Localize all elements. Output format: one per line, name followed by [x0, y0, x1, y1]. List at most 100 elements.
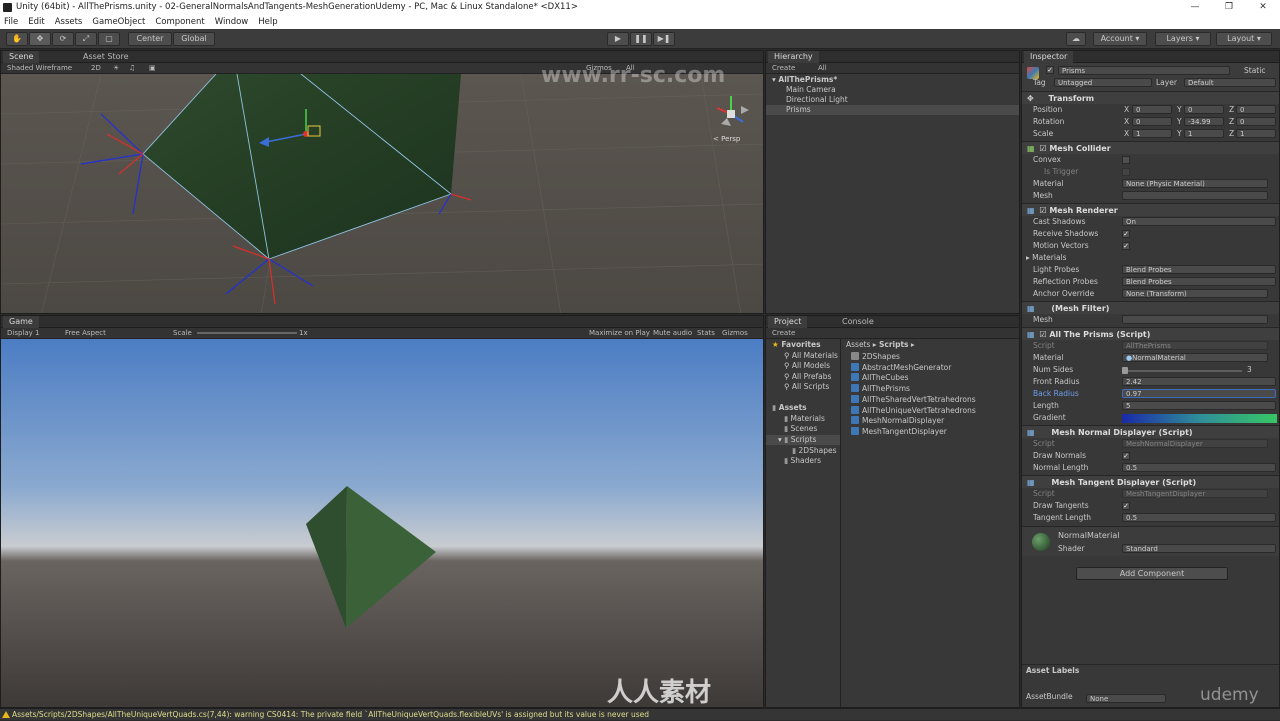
tab-scene[interactable]: Scene — [3, 51, 40, 63]
is-trigger-checkbox[interactable] — [1122, 168, 1130, 176]
lighting-icon[interactable]: ☀ — [113, 63, 119, 74]
prisms-script-header[interactable]: ▦ ☑ All The Prisms (Script) — [1022, 327, 1279, 340]
pause-button[interactable]: ❚❚ — [630, 32, 652, 46]
normal-length-field[interactable]: 0.5 — [1122, 463, 1276, 472]
collider-material-field[interactable]: None (Physic Material) — [1122, 179, 1268, 188]
draw-normals-checkbox[interactable]: ✓ — [1122, 452, 1130, 460]
folder-shaders[interactable]: ▮ Shaders — [784, 456, 821, 466]
materials-row[interactable]: ▸ Materials — [1022, 252, 1279, 264]
tab-inspector[interactable]: Inspector — [1024, 51, 1074, 63]
cloud-icon[interactable]: ☁ — [1066, 32, 1086, 46]
minimize-icon[interactable]: — — [1178, 0, 1212, 15]
rotation-z[interactable]: 0 — [1236, 117, 1276, 126]
active-checkbox[interactable]: ✓ — [1046, 66, 1054, 74]
scale-x[interactable]: 1 — [1132, 129, 1172, 138]
menu-edit[interactable]: Edit — [28, 15, 44, 29]
breadcrumb-scripts[interactable]: Scripts — [879, 340, 909, 349]
tab-console[interactable]: Console — [836, 316, 880, 328]
scale-tool-icon[interactable]: ⤢ — [75, 32, 97, 46]
audio-icon[interactable]: ♫ — [129, 63, 135, 74]
restore-icon[interactable]: ❐ — [1212, 0, 1246, 15]
account-dropdown[interactable]: Account ▾ — [1093, 32, 1147, 46]
asset-bundle-dropdown[interactable]: None — [1086, 694, 1166, 703]
receive-shadows-checkbox[interactable]: ✓ — [1122, 230, 1130, 238]
shading-mode-dropdown[interactable]: Shaded Wireframe — [7, 63, 72, 74]
favorite-all-models[interactable]: ⚲ All Models — [784, 361, 830, 371]
normal-displayer-header[interactable]: ▦ Mesh Normal Displayer (Script) — [1022, 425, 1279, 438]
game-viewport[interactable] — [1, 339, 763, 708]
light-probes-dropdown[interactable]: Blend Probes — [1122, 265, 1276, 274]
play-button[interactable]: ▶ — [607, 32, 629, 46]
project-create-dropdown[interactable]: Create — [772, 328, 795, 339]
game-gizmos-dropdown[interactable]: Gizmos — [722, 328, 748, 339]
prisms-script-checkbox[interactable]: ☑ — [1039, 330, 1046, 339]
scale-z[interactable]: 1 — [1236, 129, 1276, 138]
menu-window[interactable]: Window — [215, 15, 249, 29]
file-2dshapes[interactable]: 2DShapes — [851, 352, 900, 362]
mesh-collider-header[interactable]: ▦ ☑ Mesh Collider — [1022, 141, 1279, 154]
material-section[interactable]: NormalMaterial Shader Standard — [1022, 526, 1279, 556]
assets-header[interactable]: ▮ Assets — [772, 403, 807, 413]
folder-2dshapes[interactable]: ▮ 2DShapes — [792, 446, 836, 456]
folder-scripts[interactable]: ▾ ▮ Scripts — [766, 435, 840, 445]
layout-dropdown[interactable]: Layout ▾ — [1216, 32, 1272, 46]
aspect-dropdown[interactable]: Free Aspect — [65, 328, 106, 339]
file-allthesharedverttetrahedrons[interactable]: AllTheSharedVertTetrahedrons — [851, 395, 976, 405]
motion-vectors-checkbox[interactable]: ✓ — [1122, 242, 1130, 250]
tab-hierarchy[interactable]: Hierarchy — [768, 51, 819, 63]
menu-assets[interactable]: Assets — [55, 15, 83, 29]
display-dropdown[interactable]: Display 1 — [7, 328, 39, 339]
hierarchy-item-directional-light[interactable]: Directional Light — [786, 95, 848, 105]
num-sides-value[interactable]: 3 — [1247, 364, 1252, 376]
menu-help[interactable]: Help — [258, 15, 277, 29]
tab-asset-store[interactable]: Asset Store — [77, 51, 135, 63]
transform-header[interactable]: ✥ Transform — [1022, 91, 1279, 104]
pivot-center-button[interactable]: Center — [128, 32, 172, 46]
object-name-input[interactable]: Prisms — [1058, 66, 1230, 75]
static-dropdown[interactable]: Static — [1244, 66, 1265, 75]
folder-scenes[interactable]: ▮ Scenes — [784, 424, 817, 434]
gradient-field[interactable] — [1122, 414, 1277, 423]
position-y[interactable]: 0 — [1184, 105, 1224, 114]
tag-dropdown[interactable]: Untagged — [1054, 78, 1152, 87]
filter-mesh-field[interactable] — [1122, 315, 1268, 324]
status-bar[interactable]: Assets/Scripts/2DShapes/AllTheUniqueVert… — [0, 708, 1280, 720]
position-x[interactable]: 0 — [1132, 105, 1172, 114]
file-abstractmeshgenerator[interactable]: AbstractMeshGenerator — [851, 363, 951, 373]
rect-tool-icon[interactable]: ▢ — [98, 32, 120, 46]
asset-labels-header[interactable]: Asset Labels — [1022, 664, 1279, 676]
layers-dropdown[interactable]: Layers ▾ — [1155, 32, 1211, 46]
close-icon[interactable]: ✕ — [1246, 0, 1280, 15]
menu-gameobject[interactable]: GameObject — [92, 15, 145, 29]
reflection-probes-dropdown[interactable]: Blend Probes — [1122, 277, 1276, 286]
step-button[interactable]: ▶❚ — [653, 32, 675, 46]
folder-materials[interactable]: ▮ Materials — [784, 414, 825, 424]
maximize-on-play-toggle[interactable]: Maximize on Play — [589, 328, 650, 339]
mesh-filter-header[interactable]: ▦ (Mesh Filter) — [1022, 301, 1279, 314]
position-z[interactable]: 0 — [1236, 105, 1276, 114]
rotation-x[interactable]: 0 — [1132, 117, 1172, 126]
breadcrumb-assets[interactable]: Assets — [846, 340, 870, 349]
collider-mesh-field[interactable] — [1122, 191, 1268, 200]
2d-toggle[interactable]: 2D — [91, 63, 101, 74]
file-meshtangentdisplayer[interactable]: MeshTangentDisplayer — [851, 427, 947, 437]
favorite-all-prefabs[interactable]: ⚲ All Prefabs — [784, 372, 831, 382]
shader-dropdown[interactable]: Standard — [1122, 544, 1276, 553]
favorite-all-materials[interactable]: ⚲ All Materials — [784, 351, 838, 361]
layer-dropdown[interactable]: Default — [1184, 78, 1276, 87]
menu-file[interactable]: File — [4, 15, 18, 29]
hierarchy-item-prisms[interactable]: Prisms — [766, 105, 1019, 115]
back-radius-field[interactable]: 0.97 — [1122, 389, 1276, 398]
effects-icon[interactable]: ▣ — [149, 63, 156, 74]
move-tool-icon[interactable]: ✥ — [29, 32, 51, 46]
scale-y[interactable]: 1 — [1184, 129, 1224, 138]
pivot-global-button[interactable]: Global — [173, 32, 215, 46]
file-allthecubes[interactable]: AllTheCubes — [851, 373, 909, 383]
file-alltheuniqueverttetrahedrons[interactable]: AllTheUniqueVertTetrahedrons — [851, 406, 976, 416]
length-field[interactable]: 5 — [1122, 401, 1276, 410]
tangent-displayer-header[interactable]: ▦ Mesh Tangent Displayer (Script) — [1022, 475, 1279, 488]
file-alltheprisms[interactable]: AllThePrisms — [851, 384, 910, 394]
hierarchy-search-input[interactable]: All — [818, 63, 827, 74]
mesh-collider-checkbox[interactable]: ☑ — [1039, 144, 1046, 153]
tangent-length-field[interactable]: 0.5 — [1122, 513, 1276, 522]
